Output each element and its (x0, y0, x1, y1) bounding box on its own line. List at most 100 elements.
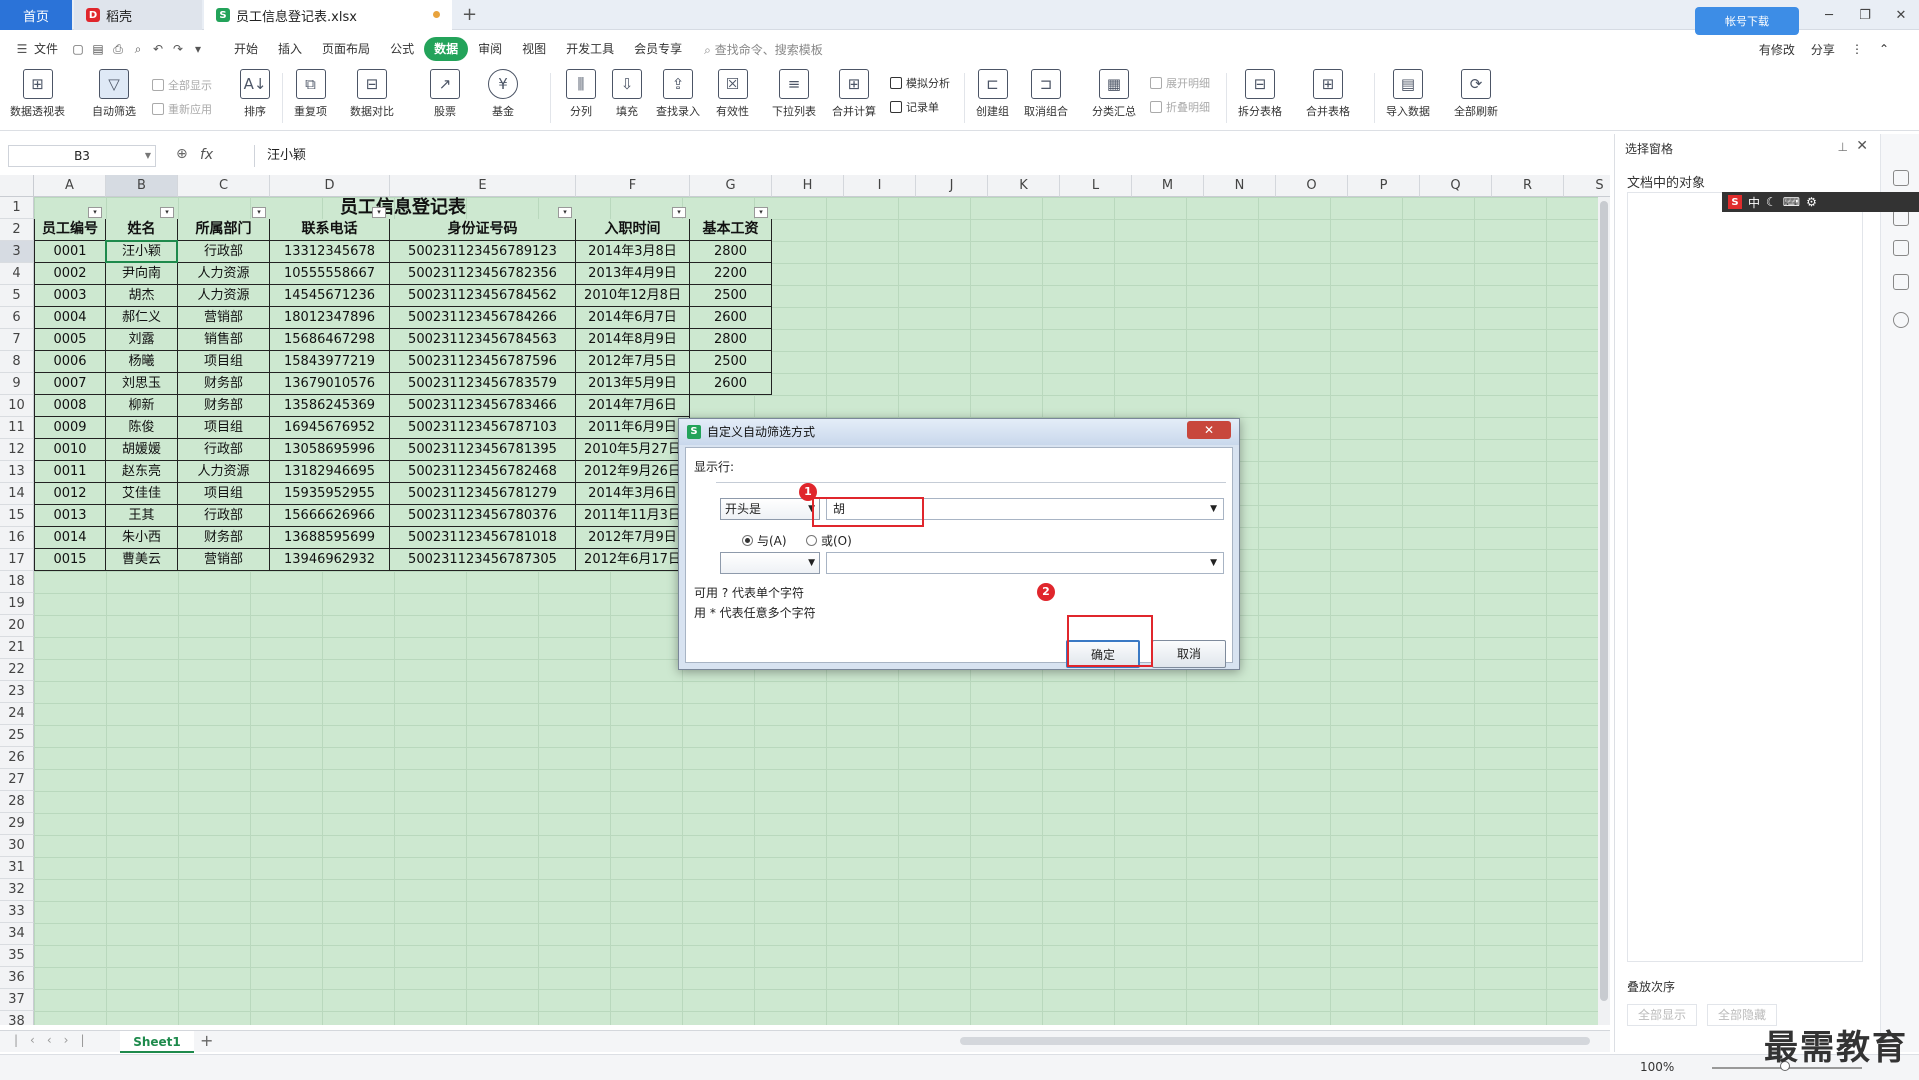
table-cell[interactable]: 0013 (34, 505, 106, 527)
customize-icon[interactable]: ▾ (188, 39, 208, 59)
table-cell[interactable]: 营销部 (178, 307, 270, 329)
table-cell[interactable]: 朱小西 (106, 527, 178, 549)
help-icon[interactable] (1893, 312, 1909, 328)
property-icon[interactable] (1893, 240, 1909, 256)
menu-view[interactable]: 视图 (512, 37, 556, 61)
table-cell[interactable]: 营销部 (178, 549, 270, 571)
table-cell[interactable]: 2200 (690, 263, 772, 285)
table-cell[interactable]: 15666626966 (270, 505, 390, 527)
table-cell[interactable]: 0008 (34, 395, 106, 417)
filter-dropdown-icon[interactable]: ▾ (558, 207, 572, 218)
row-header[interactable]: 23 (0, 681, 34, 703)
table-cell[interactable]: 0014 (34, 527, 106, 549)
filter-dropdown-icon[interactable]: ▾ (372, 207, 386, 218)
table-cell[interactable]: 行政部 (178, 439, 270, 461)
column-header[interactable]: I (844, 175, 916, 197)
table-cell[interactable]: 2800 (690, 241, 772, 263)
column-header[interactable]: R (1492, 175, 1564, 197)
table-header-cell[interactable]: 联系电话 (270, 219, 390, 241)
row-header[interactable]: 9 (0, 373, 34, 395)
select-all-corner[interactable] (0, 175, 34, 197)
table-header-cell[interactable]: 身份证号码 (390, 219, 576, 241)
show-all-button[interactable]: 全部显示 (152, 77, 212, 93)
table-cell[interactable]: 500231123456787305 (390, 549, 576, 571)
reapply-button[interactable]: 重新应用 (152, 101, 212, 117)
scroll-thumb[interactable] (1600, 201, 1608, 1001)
menu-page-layout[interactable]: 页面布局 (312, 37, 380, 61)
table-cell[interactable]: 15935952955 (270, 483, 390, 505)
radio-or[interactable]: 或(O) (806, 532, 852, 549)
row-header[interactable]: 19 (0, 593, 34, 615)
row-header[interactable]: 12 (0, 439, 34, 461)
zoom-formula-icon[interactable]: ⊕ (176, 146, 188, 162)
table-cell[interactable]: 500231123456783579 (390, 373, 576, 395)
table-cell[interactable]: 人力资源 (178, 285, 270, 307)
table-cell[interactable]: 项目组 (178, 351, 270, 373)
stock-button[interactable]: ↗ 股票 (430, 69, 460, 119)
table-cell[interactable]: 人力资源 (178, 461, 270, 483)
column-header[interactable]: D (270, 175, 390, 197)
table-cell[interactable]: 财务部 (178, 373, 270, 395)
table-cell[interactable]: 2600 (690, 307, 772, 329)
table-cell[interactable]: 2014年3月6日 (576, 483, 690, 505)
simulate-analysis-button[interactable]: 模拟分析 (890, 75, 950, 91)
row-header[interactable]: 21 (0, 637, 34, 659)
table-cell[interactable]: 500231123456787596 (390, 351, 576, 373)
row-header[interactable]: 1 (0, 197, 34, 219)
table-cell[interactable]: 18012347896 (270, 307, 390, 329)
table-cell[interactable]: 13946962932 (270, 549, 390, 571)
filter-dropdown-icon[interactable]: ▾ (252, 207, 266, 218)
sort-button[interactable]: A↓ 排序 (240, 69, 270, 119)
table-cell[interactable]: 500231123456784562 (390, 285, 576, 307)
table-cell[interactable]: 郝仁义 (106, 307, 178, 329)
minimize-button[interactable]: ─ (1811, 0, 1847, 30)
table-cell[interactable]: 0003 (34, 285, 106, 307)
table-cell[interactable]: 胡媛媛 (106, 439, 178, 461)
row-header[interactable]: 26 (0, 747, 34, 769)
table-cell[interactable]: 赵东亮 (106, 461, 178, 483)
column-header[interactable]: C (178, 175, 270, 197)
column-header[interactable]: G (690, 175, 772, 197)
pin-icon[interactable]: ⊥ (1838, 140, 1848, 154)
row-header[interactable]: 4 (0, 263, 34, 285)
menu-data[interactable]: 数据 (424, 37, 469, 61)
undo-icon[interactable]: ↶ (148, 39, 168, 59)
row-header[interactable]: 6 (0, 307, 34, 329)
row-header[interactable]: 10 (0, 395, 34, 417)
row-header[interactable]: 33 (0, 901, 34, 923)
radio-and[interactable]: 与(A) (742, 532, 787, 549)
filter-dropdown-icon[interactable]: ▾ (754, 207, 768, 218)
dropdown-list-button[interactable]: ≡ 下拉列表 (772, 69, 816, 119)
table-cell[interactable]: 行政部 (178, 505, 270, 527)
table-cell[interactable]: 2014年8月9日 (576, 329, 690, 351)
style-icon[interactable] (1893, 170, 1909, 186)
consolidate-button[interactable]: ⊞ 合并计算 (832, 69, 876, 119)
row-header[interactable]: 25 (0, 725, 34, 747)
table-cell[interactable]: 500231123456783466 (390, 395, 576, 417)
row-header[interactable]: 16 (0, 527, 34, 549)
tab-file[interactable]: S 员工信息登记表.xlsx (204, 0, 452, 30)
table-cell[interactable]: 汪小颖 (106, 241, 178, 263)
table-cell[interactable]: 2500 (690, 285, 772, 307)
condition2-operator-select[interactable]: ▼ (720, 552, 820, 574)
table-header-cell[interactable]: 姓名 (106, 219, 178, 241)
data-compare-button[interactable]: ⊟ 数据对比 (350, 69, 394, 119)
table-cell[interactable]: 13688595699 (270, 527, 390, 549)
column-header[interactable]: N (1204, 175, 1276, 197)
column-header[interactable]: A (34, 175, 106, 197)
table-header-cell[interactable]: 入职时间 (576, 219, 690, 241)
menu-insert[interactable]: 插入 (268, 37, 312, 61)
menu-review[interactable]: 审阅 (468, 37, 512, 61)
row-header[interactable]: 8 (0, 351, 34, 373)
share-button[interactable]: 分享 (1811, 41, 1835, 58)
table-cell[interactable]: 杨曦 (106, 351, 178, 373)
table-cell[interactable]: 陈俊 (106, 417, 178, 439)
row-header[interactable]: 38 (0, 1011, 34, 1025)
table-cell[interactable]: 2800 (690, 329, 772, 351)
new-tab-button[interactable]: + (462, 4, 477, 25)
fund-button[interactable]: ¥ 基金 (488, 69, 518, 119)
table-cell[interactable]: 2500 (690, 351, 772, 373)
column-header[interactable]: Q (1420, 175, 1492, 197)
refresh-all-button[interactable]: ⟳ 全部刷新 (1454, 69, 1498, 119)
selection-pane-title[interactable]: 选择窗格 (1625, 140, 1673, 157)
